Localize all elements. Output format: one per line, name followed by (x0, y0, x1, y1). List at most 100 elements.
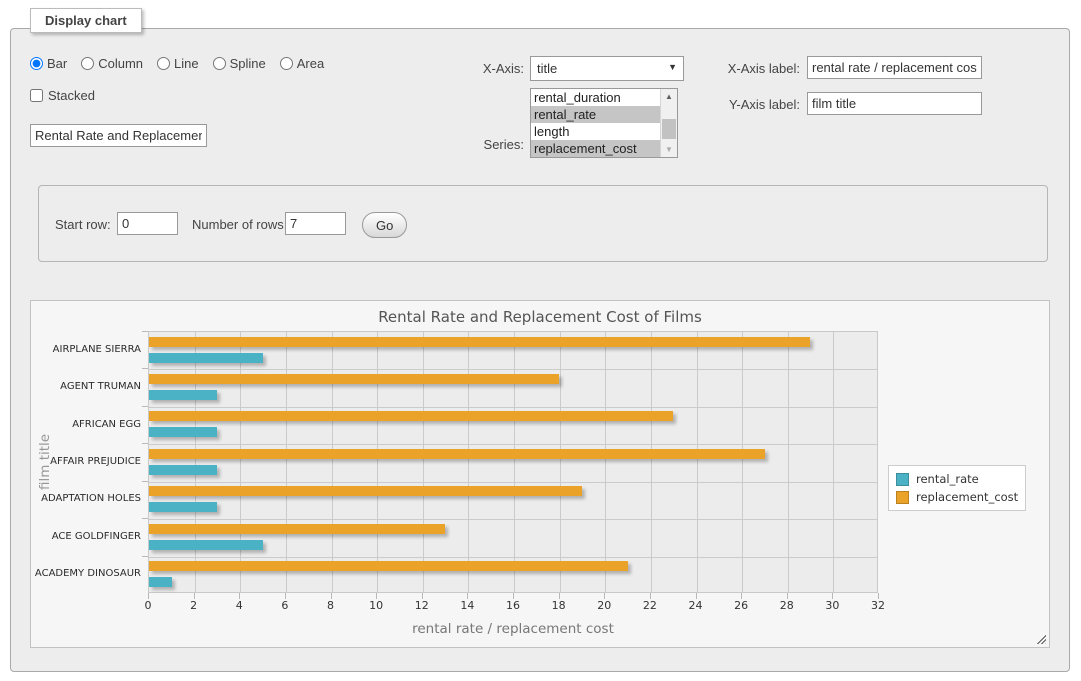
series-option-replacement_cost[interactable]: replacement_cost (531, 140, 660, 157)
rows-fieldset (38, 185, 1048, 262)
bar-rental_rate[interactable] (149, 540, 263, 550)
radio-option-bar[interactable]: Bar (30, 56, 67, 71)
x-tick-label: 24 (676, 599, 716, 612)
x-axis-select-wrap: title ▼ (530, 56, 684, 81)
x-tick-mark (878, 593, 879, 599)
y-tick-mark (142, 481, 148, 482)
radio-option-spline[interactable]: Spline (213, 56, 266, 71)
bar-replacement_cost[interactable] (149, 449, 765, 459)
gridline-v (286, 332, 287, 592)
x-tick-mark (513, 593, 514, 599)
number-of-rows-input[interactable] (285, 212, 346, 235)
radio-option-area[interactable]: Area (280, 56, 324, 71)
x-tick-mark (741, 593, 742, 599)
gridline-v (377, 332, 378, 592)
x-tick-label: 8 (311, 599, 351, 612)
x-tick-mark (194, 593, 195, 599)
fieldset-legend: Display chart (30, 8, 142, 33)
stacked-option[interactable]: Stacked (30, 88, 95, 103)
x-tick-mark (148, 593, 149, 599)
go-button[interactable]: Go (362, 212, 407, 238)
bar-replacement_cost[interactable] (149, 486, 582, 496)
y-axis-label-input[interactable] (807, 92, 982, 115)
area-radio-label: Area (297, 56, 324, 71)
x-tick-mark (696, 593, 697, 599)
number-of-rows-label: Number of rows: (192, 217, 287, 232)
gridline-v (560, 332, 561, 592)
x-tick-mark (239, 593, 240, 599)
bar-rental_rate[interactable] (149, 427, 217, 437)
gridline-h (149, 369, 877, 370)
x-tick-mark (285, 593, 286, 599)
scrollbar-thumb[interactable] (662, 119, 676, 139)
y-axis-title: film title (35, 331, 55, 593)
gridline-v (742, 332, 743, 592)
x-axis-title: rental rate / replacement cost (148, 621, 878, 637)
y-axis-label-label: Y-Axis label: (700, 97, 800, 112)
y-tick-mark (142, 406, 148, 407)
gridline-v (833, 332, 834, 592)
x-tick-mark (331, 593, 332, 599)
bar-rental_rate[interactable] (149, 502, 217, 512)
stacked-checkbox[interactable] (30, 89, 43, 102)
x-tick-label: 30 (812, 599, 852, 612)
y-tick-mark (142, 331, 148, 332)
chart-title-input[interactable] (30, 124, 207, 147)
series-option-rental_duration[interactable]: rental_duration (531, 89, 660, 106)
x-axis-label-input[interactable] (807, 56, 982, 79)
x-tick-mark (559, 593, 560, 599)
start-row-label: Start row: (55, 217, 111, 232)
column-radio[interactable] (81, 57, 94, 70)
x-tick-mark (422, 593, 423, 599)
gridline-h (149, 444, 877, 445)
scroll-up-icon[interactable]: ▲ (661, 89, 677, 104)
x-tick-label: 32 (858, 599, 898, 612)
x-tick-label: 26 (721, 599, 761, 612)
chart-container: Rental Rate and Replacement Cost of Film… (30, 300, 1050, 648)
bar-replacement_cost[interactable] (149, 337, 810, 347)
start-row-input[interactable] (117, 212, 178, 235)
x-axis-label-label: X-Axis label: (700, 61, 800, 76)
bar-rental_rate[interactable] (149, 390, 217, 400)
bar-rental_rate[interactable] (149, 465, 217, 475)
series-scrollbar[interactable]: ▲ ▼ (660, 89, 677, 157)
gridline-v (514, 332, 515, 592)
spline-radio[interactable] (213, 57, 226, 70)
bar-radio[interactable] (30, 57, 43, 70)
x-tick-mark (467, 593, 468, 599)
x-axis-select[interactable]: title (530, 56, 684, 81)
chart-type-radio-group: Bar Column Line Spline Area (30, 56, 324, 71)
x-tick-label: 6 (265, 599, 305, 612)
radio-option-column[interactable]: Column (81, 56, 143, 71)
x-tick-mark (832, 593, 833, 599)
bar-replacement_cost[interactable] (149, 374, 559, 384)
bar-replacement_cost[interactable] (149, 524, 445, 534)
chart-title: Rental Rate and Replacement Cost of Film… (31, 308, 1049, 326)
stacked-label: Stacked (48, 88, 95, 103)
gridline-v (605, 332, 606, 592)
bar-replacement_cost[interactable] (149, 561, 628, 571)
legend-swatch (896, 491, 909, 504)
series-listbox[interactable]: rental_durationrental_ratelengthreplacem… (530, 88, 678, 158)
resize-grip-icon[interactable] (1035, 633, 1046, 644)
legend: rental_rate replacement_cost (888, 465, 1026, 511)
gridline-v (651, 332, 652, 592)
x-tick-label: 0 (128, 599, 168, 612)
legend-label: rental_rate (916, 472, 979, 486)
legend-item: replacement_cost (895, 488, 1019, 506)
x-tick-mark (787, 593, 788, 599)
bar-rental_rate[interactable] (149, 577, 172, 587)
x-tick-label: 2 (174, 599, 214, 612)
line-radio[interactable] (157, 57, 170, 70)
bar-replacement_cost[interactable] (149, 411, 673, 421)
series-option-rental_rate[interactable]: rental_rate (531, 106, 660, 123)
gridline-h (149, 407, 877, 408)
scrollbar-track[interactable] (661, 104, 677, 142)
series-option-length[interactable]: length (531, 123, 660, 140)
bar-rental_rate[interactable] (149, 353, 263, 363)
area-radio[interactable] (280, 57, 293, 70)
legend-swatch (896, 473, 909, 486)
scroll-down-icon[interactable]: ▼ (661, 142, 677, 157)
radio-option-line[interactable]: Line (157, 56, 199, 71)
x-tick-label: 10 (356, 599, 396, 612)
